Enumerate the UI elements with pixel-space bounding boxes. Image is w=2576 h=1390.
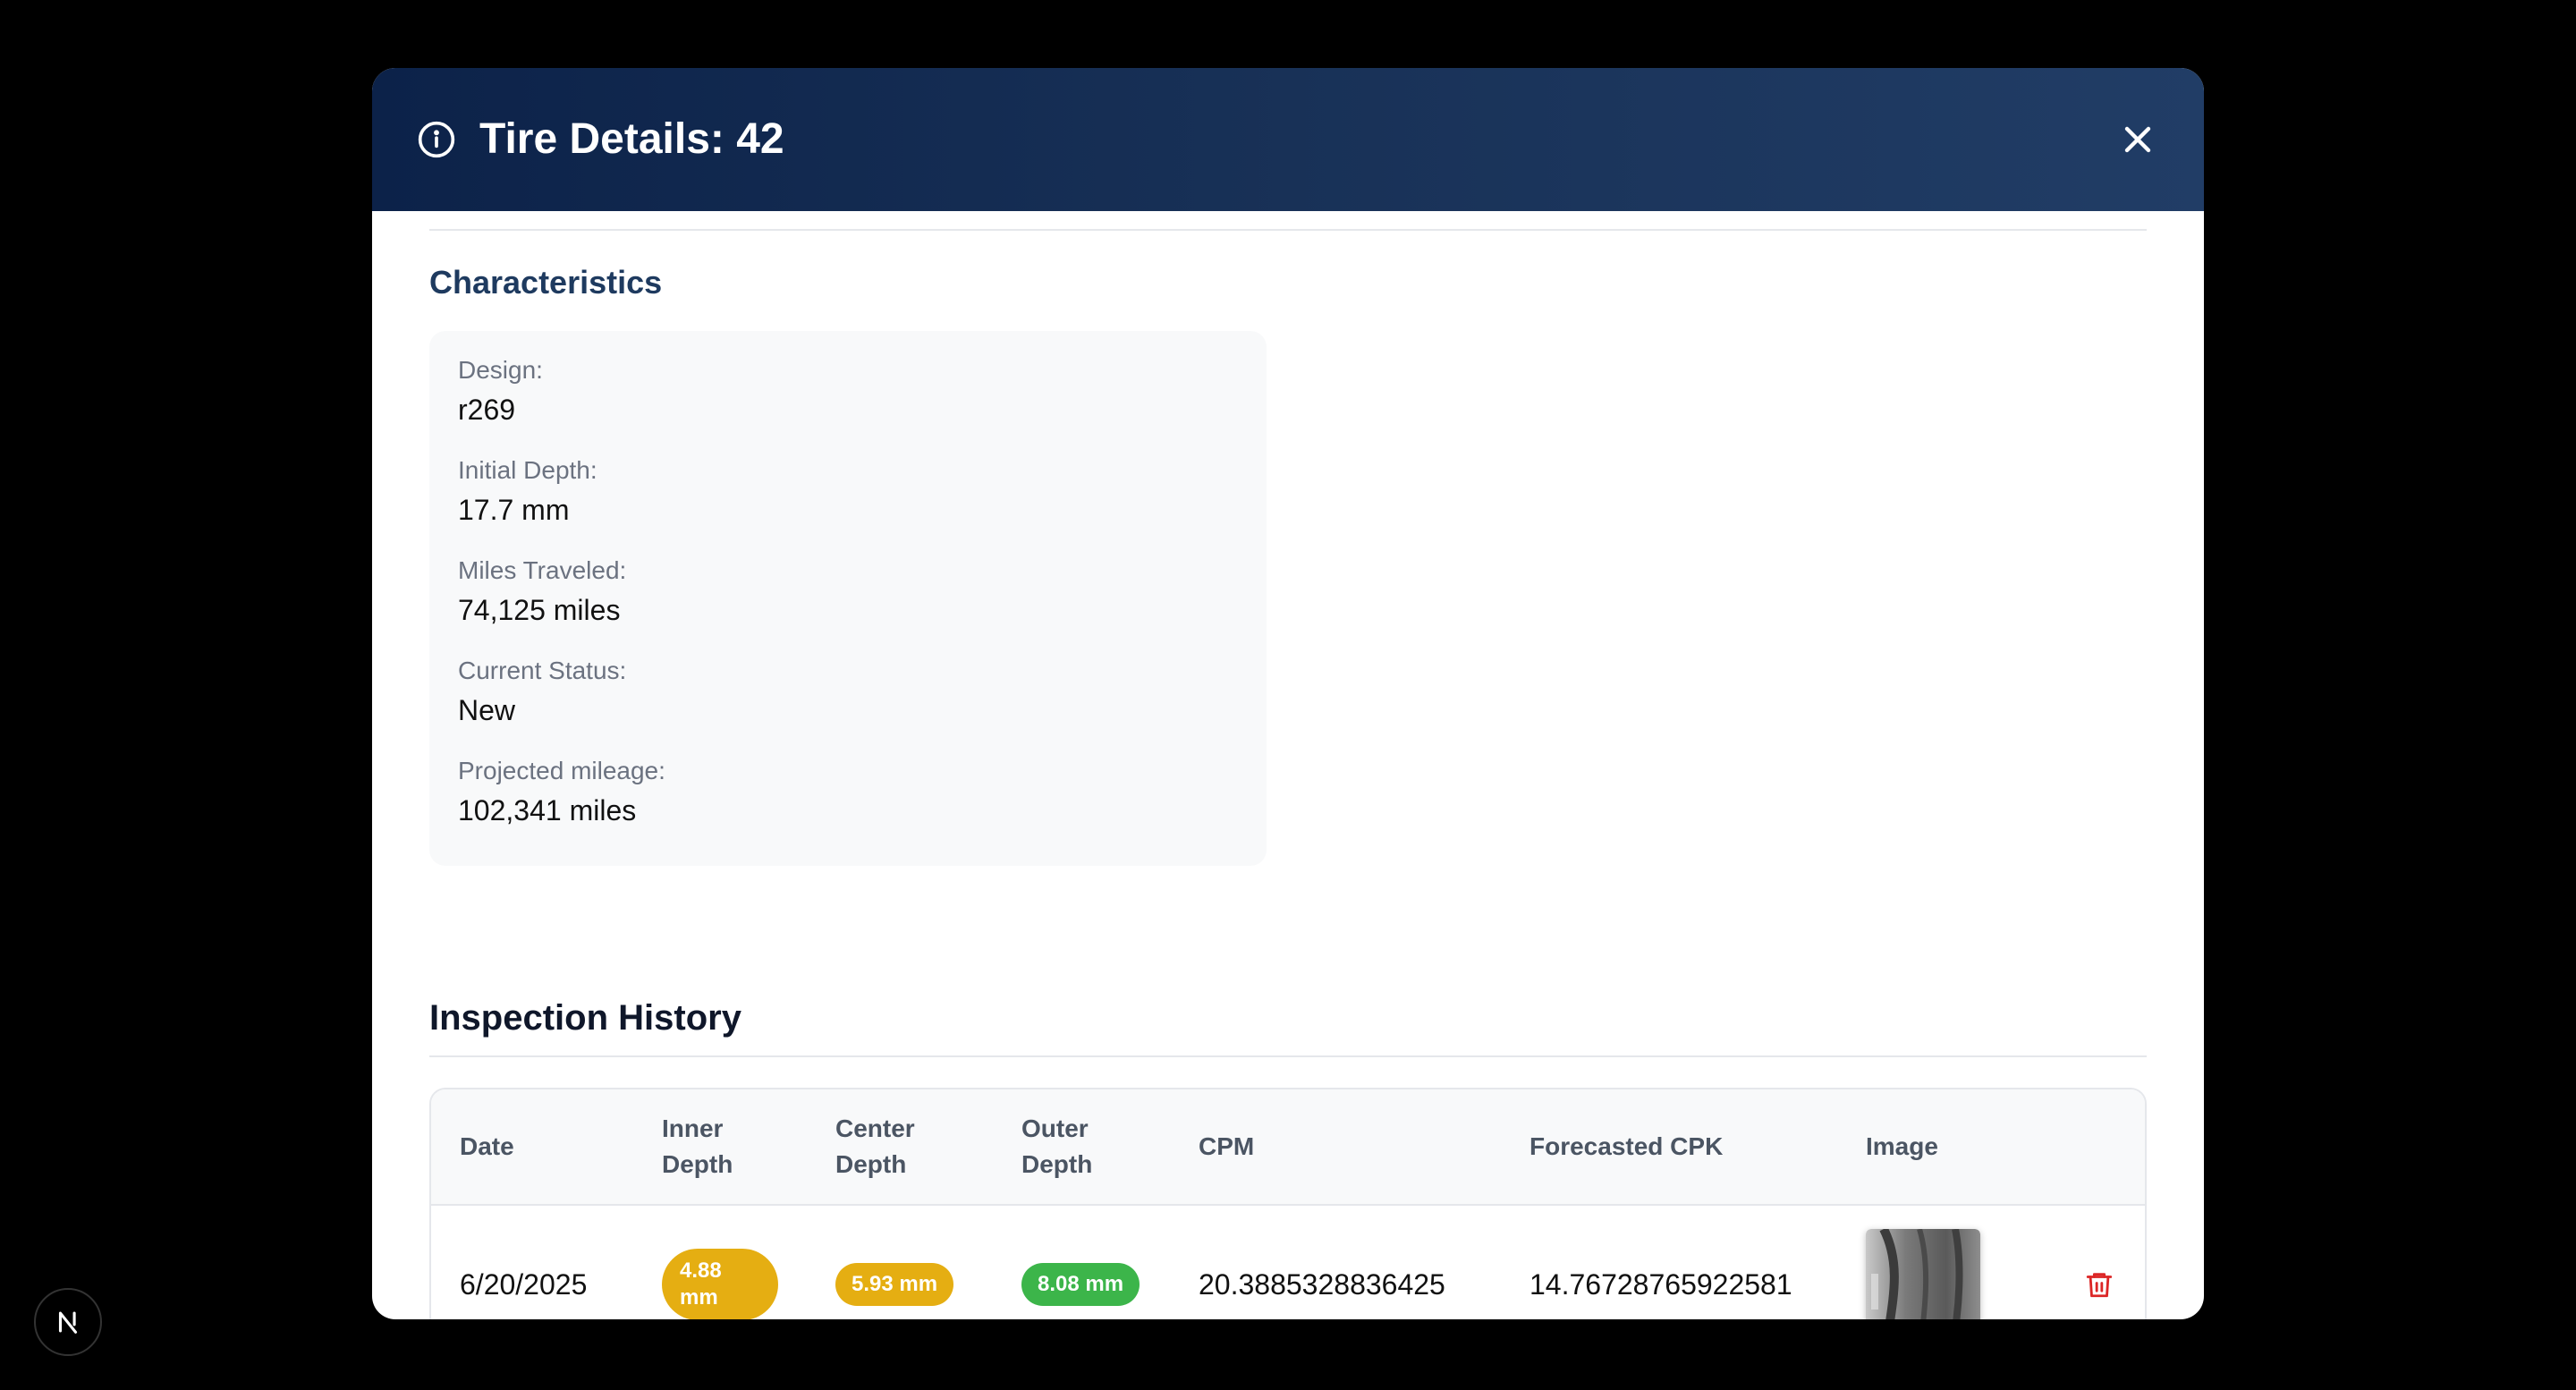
center-depth-badge: 5.93 mm	[835, 1263, 954, 1306]
close-icon[interactable]	[2116, 118, 2159, 161]
characteristic-value: New	[458, 694, 516, 726]
characteristic-value: 102,341 miles	[458, 794, 637, 826]
column-header-inner-depth: Inner Depth	[662, 1115, 733, 1178]
column-header-outer-depth: Outer Depth	[1021, 1115, 1093, 1178]
characteristic-initial-depth: Initial Depth: 17.7 mm	[458, 454, 597, 530]
nextjs-n-icon	[58, 1311, 78, 1334]
characteristic-label: Projected mileage:	[458, 757, 665, 784]
inspection-history-heading: Inspection History	[429, 998, 741, 1038]
characteristic-label: Miles Traveled:	[458, 556, 627, 584]
cell-forecasted-cpk: 14.76728765922581	[1530, 1267, 1792, 1301]
characteristic-current-status: Current Status: New	[458, 655, 626, 730]
tire-thumbnail-image[interactable]	[1866, 1229, 1980, 1319]
cell-date: 6/20/2025	[460, 1267, 588, 1301]
inner-depth-badge: 4.88 mm	[662, 1249, 778, 1319]
characteristic-value: r269	[458, 394, 516, 426]
cell-center-depth: 5.93 mm	[835, 1206, 954, 1319]
table-header: Date Inner Depth Center Depth Outer Dept…	[431, 1089, 2145, 1206]
characteristic-design: Design: r269	[458, 354, 543, 429]
cell-actions	[2084, 1206, 2114, 1319]
tire-details-modal: Tire Details: 42 Characteristics Design:…	[372, 68, 2204, 1319]
info-circle-icon	[418, 121, 455, 158]
characteristics-card: Design: r269 Initial Depth: 17.7 mm Mile…	[429, 331, 1267, 866]
section-divider	[429, 229, 2147, 231]
table-row: 6/20/2025 4.88 mm 5.93 mm 8.08 mm 20.388…	[431, 1206, 2145, 1319]
characteristic-miles-traveled: Miles Traveled: 74,125 miles	[458, 555, 626, 630]
cell-inner-depth: 4.88 mm	[662, 1206, 778, 1319]
cell-image	[1866, 1206, 1980, 1319]
column-header-cpm: CPM	[1199, 1132, 1255, 1160]
characteristic-value: 17.7 mm	[458, 494, 570, 526]
column-header-forecasted-cpk: Forecasted CPK	[1530, 1132, 1724, 1160]
characteristics-heading: Characteristics	[429, 264, 663, 301]
outer-depth-badge: 8.08 mm	[1021, 1263, 1140, 1306]
characteristic-label: Initial Depth:	[458, 456, 597, 484]
section-divider	[429, 1055, 2147, 1057]
column-header-center-depth: Center Depth	[835, 1115, 915, 1178]
nextjs-logo-icon[interactable]	[34, 1288, 102, 1356]
trash-icon[interactable]	[2084, 1269, 2114, 1300]
modal-title: Tire Details: 42	[479, 115, 784, 163]
cell-cpm: 20.3885328836425	[1199, 1267, 1445, 1301]
characteristic-value: 74,125 miles	[458, 594, 621, 626]
modal-header: Tire Details: 42	[372, 68, 2204, 211]
cell-outer-depth: 8.08 mm	[1021, 1206, 1140, 1319]
characteristic-label: Current Status:	[458, 657, 627, 684]
column-header-date: Date	[460, 1132, 514, 1160]
characteristic-label: Design:	[458, 356, 543, 384]
inspection-table: Date Inner Depth Center Depth Outer Dept…	[429, 1088, 2147, 1319]
characteristic-projected-mileage: Projected mileage: 102,341 miles	[458, 755, 665, 830]
column-header-image: Image	[1866, 1132, 1938, 1160]
